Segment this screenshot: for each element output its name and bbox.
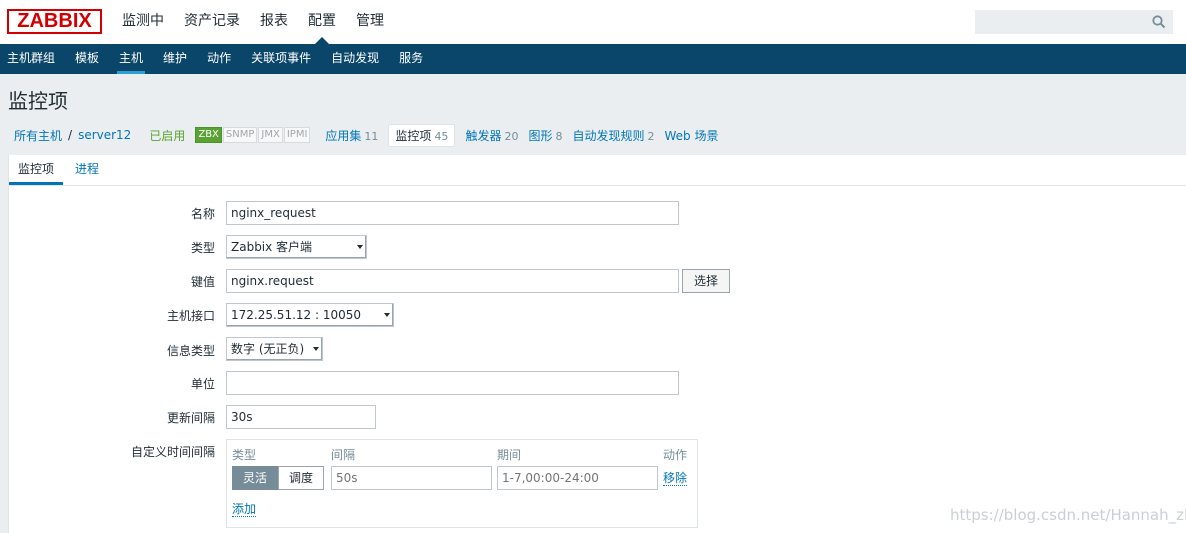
form-tabs: 监控项 进程 [9, 155, 1186, 186]
key-label: 键值 [190, 275, 215, 289]
breadcrumb-applications: 应用集 11 [325, 128, 379, 143]
submenu-hosts[interactable]: 主机 [109, 44, 153, 74]
name-label: 名称 [190, 207, 215, 221]
zabbix-logo[interactable]: ZABBIX [7, 9, 102, 34]
breadcrumb-graphs: 图形 8 [528, 128, 563, 143]
breadcrumb: 所有主机 / server12 已启用 ZBX SNMP JMX IPMI 应用… [8, 123, 728, 147]
flex-period-field[interactable] [497, 466, 658, 490]
discovery-rules-link[interactable]: 自动发现规则 [572, 129, 644, 143]
flexible-option[interactable]: 灵活 [232, 466, 279, 490]
key-field[interactable] [226, 269, 679, 293]
submenu-maintenance[interactable]: 维护 [153, 44, 197, 74]
menu-inventory[interactable]: 资产记录 [174, 0, 250, 44]
submenu-actions[interactable]: 动作 [197, 44, 241, 74]
zbx-badge: ZBX [195, 127, 222, 143]
info-type-select-value: 数字 (无正负) [231, 342, 305, 356]
flex-interval-field[interactable] [331, 466, 492, 490]
breadcrumb-items: 监控项 45 [388, 123, 456, 147]
type-select[interactable]: Zabbix 客户端 [226, 235, 367, 259]
web-scenarios-link[interactable]: Web 场景 [664, 129, 718, 143]
main-menu: 监测中 资产记录 报表 配置 管理 [112, 0, 394, 44]
sub-menu: 主机群组 模板 主机 维护 动作 关联项事件 自动发现 服务 [0, 44, 1186, 74]
breadcrumb-host[interactable]: server12 [78, 128, 131, 142]
type-label: 类型 [190, 241, 215, 255]
submenu-discovery[interactable]: 自动发现 [321, 44, 389, 74]
breadcrumb-separator: / [68, 128, 73, 142]
menu-configuration[interactable]: 配置 [298, 0, 346, 44]
interface-select-value: 172.25.51.12 : 10050 [231, 308, 362, 322]
ipmi-badge: IPMI [283, 127, 311, 143]
host-status-enabled[interactable]: 已启用 [149, 127, 185, 144]
submenu-templates[interactable]: 模板 [65, 44, 109, 74]
breadcrumb-web-scenarios: Web 场景 [664, 127, 718, 144]
search-box [975, 10, 1173, 34]
items-link[interactable]: 监控项 [395, 129, 431, 143]
update-interval-field[interactable] [226, 405, 376, 429]
jmx-badge: JMX [258, 127, 283, 143]
units-field[interactable] [226, 371, 679, 395]
item-form-panel: 监控项 进程 名称 类型 Zabbix 客户端 键值 选择 主机接口 172.2… [8, 155, 1186, 533]
chevron-down-icon [384, 313, 390, 317]
chevron-down-icon [313, 347, 319, 351]
tab-preprocessing[interactable]: 进程 [66, 155, 108, 185]
menu-reports[interactable]: 报表 [250, 0, 298, 44]
breadcrumb-discovery-rules: 自动发现规则 2 [572, 128, 655, 143]
menu-administration[interactable]: 管理 [346, 0, 394, 44]
units-label: 单位 [190, 377, 215, 391]
graphs-link[interactable]: 图形 [528, 129, 552, 143]
custom-intervals-label: 自定义时间间隔 [130, 445, 215, 459]
menu-monitoring[interactable]: 监测中 [112, 0, 174, 44]
col-action-header: 动作 [663, 448, 688, 462]
interval-type-toggle: 灵活 调度 [232, 466, 325, 490]
col-period-header: 期间 [497, 448, 522, 462]
submenu-correlation[interactable]: 关联项事件 [241, 44, 321, 74]
name-field[interactable] [226, 201, 679, 225]
type-select-value: Zabbix 客户端 [231, 240, 313, 254]
search-icon[interactable] [1151, 14, 1167, 30]
key-select-button[interactable]: 选择 [682, 269, 730, 293]
snmp-badge: SNMP [222, 127, 258, 143]
breadcrumb-all-hosts[interactable]: 所有主机 [14, 127, 62, 144]
watermark: https://blog.csdn.net/Hannah_zh [950, 506, 1186, 524]
page-title: 监控项 [8, 89, 68, 113]
interface-label: 主机接口 [166, 309, 215, 323]
availability-badges: ZBX SNMP JMX IPMI [195, 127, 311, 143]
col-interval-header: 间隔 [331, 448, 356, 462]
remove-link[interactable]: 移除 [663, 471, 688, 486]
breadcrumb-triggers: 触发器 20 [465, 128, 519, 143]
info-type-label: 信息类型 [166, 344, 215, 358]
search-input[interactable] [976, 11, 1146, 33]
info-type-select[interactable]: 数字 (无正负) [226, 337, 323, 361]
add-link[interactable]: 添加 [232, 502, 257, 517]
tab-item[interactable]: 监控项 [9, 155, 64, 185]
submenu-services[interactable]: 服务 [389, 44, 433, 74]
col-type-header: 类型 [232, 448, 257, 462]
scheduling-option[interactable]: 调度 [278, 466, 325, 490]
interface-select[interactable]: 172.25.51.12 : 10050 [226, 303, 394, 327]
chevron-down-icon [357, 245, 363, 249]
triggers-link[interactable]: 触发器 [465, 129, 501, 143]
update-interval-label: 更新间隔 [166, 411, 215, 425]
submenu-host-groups[interactable]: 主机群组 [0, 44, 65, 74]
applications-link[interactable]: 应用集 [325, 129, 361, 143]
custom-intervals-table: 类型 间隔 期间 动作 灵活 调度 移除 添加 [226, 439, 698, 528]
top-header: ZABBIX 监测中 资产记录 报表 配置 管理 [0, 0, 1186, 44]
